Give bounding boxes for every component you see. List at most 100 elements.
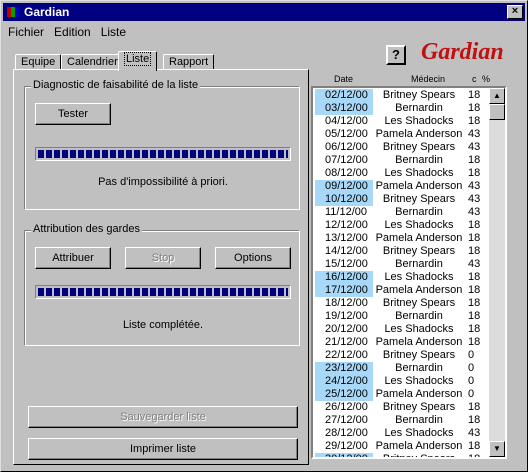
list-item-date: 23/12/00 bbox=[315, 362, 373, 375]
list-item-date: 03/12/00 bbox=[315, 102, 373, 115]
list-header-pct[interactable]: % bbox=[482, 74, 490, 84]
list-item[interactable]: 17/12/00 Pamela Anderson 18 bbox=[313, 284, 491, 297]
list-item-date: 25/12/00 bbox=[315, 388, 373, 401]
list-item-count: 0 bbox=[468, 362, 475, 374]
list-item[interactable]: 12/12/00 Les Shadocks 18 bbox=[313, 219, 491, 232]
menu-fichier[interactable]: Fichier bbox=[3, 25, 49, 39]
list-item[interactable]: 27/12/00 Bernardin 18 bbox=[313, 414, 491, 427]
list-item-date: 02/12/00 bbox=[315, 89, 373, 102]
app-logo: Gardian bbox=[421, 39, 504, 65]
list-item[interactable]: 25/12/00 Pamela Anderson 0 bbox=[313, 388, 491, 401]
list-item-date: 10/12/00 bbox=[315, 193, 373, 206]
list-item-count: 18 bbox=[468, 167, 481, 179]
list-item-doctor: Bernardin bbox=[395, 102, 443, 114]
list-item-doctor: Britney Spears bbox=[382, 349, 456, 361]
duty-list[interactable]: 02/12/00 Britney Spears 18 03/12/00 Bernardi… bbox=[311, 86, 507, 459]
list-item-doctor: Britney Spears bbox=[382, 453, 456, 459]
print-list-button[interactable]: Imprimer liste bbox=[28, 438, 298, 460]
list-item-count: 18 bbox=[468, 284, 481, 296]
save-list-button[interactable]: Sauvegarder liste bbox=[28, 406, 298, 428]
list-item-doctor: Britney Spears bbox=[382, 245, 456, 257]
list-item-date: 19/12/00 bbox=[325, 310, 368, 322]
assign-button[interactable]: Attribuer bbox=[35, 247, 111, 269]
list-item[interactable]: 23/12/00 Bernardin 0 bbox=[313, 362, 491, 375]
list-item-doctor: Pamela Anderson bbox=[375, 232, 463, 244]
attribution-legend: Attribution des gardes bbox=[31, 223, 143, 235]
list-header-c[interactable]: c bbox=[472, 74, 477, 84]
tab-liste[interactable]: Liste bbox=[118, 51, 158, 71]
list-item[interactable]: 14/12/00 Britney Spears 18 bbox=[313, 245, 491, 258]
list-item-doctor: Bernardin bbox=[395, 206, 443, 218]
list-item-doctor: Les Shadocks bbox=[384, 427, 454, 439]
list-item-date: 13/12/00 bbox=[325, 232, 368, 244]
list-item[interactable]: 03/12/00 Bernardin 18 bbox=[313, 102, 491, 115]
list-item-count: 18 bbox=[468, 440, 481, 452]
scroll-down-icon[interactable]: ▼ bbox=[489, 441, 505, 457]
list-item-date: 15/12/00 bbox=[325, 258, 368, 270]
list-item[interactable]: 21/12/00 Pamela Anderson 18 bbox=[313, 336, 491, 349]
list-item-date: 17/12/00 bbox=[315, 284, 373, 297]
list-item-date: 08/12/00 bbox=[325, 167, 368, 179]
list-item[interactable]: 24/12/00 Les Shadocks 0 bbox=[313, 375, 491, 388]
list-item[interactable]: 05/12/00 Pamela Anderson 43 bbox=[313, 128, 491, 141]
close-icon[interactable]: × bbox=[507, 5, 523, 19]
tab-liste-label: Liste bbox=[124, 52, 152, 66]
list-item-date: 27/12/00 bbox=[325, 414, 368, 426]
list-item-date: 16/12/00 bbox=[315, 271, 373, 284]
list-item-date: 12/12/00 bbox=[325, 219, 368, 231]
list-item-count: 43 bbox=[468, 141, 481, 153]
list-item[interactable]: 06/12/00 Britney Spears 43 bbox=[313, 141, 491, 154]
list-item-count: 18 bbox=[468, 154, 481, 166]
list-item-date: 21/12/00 bbox=[325, 336, 368, 348]
list-item-date: 14/12/00 bbox=[325, 245, 368, 257]
list-item-doctor: Bernardin bbox=[395, 362, 443, 374]
title-bar[interactable]: Gardian × bbox=[3, 3, 525, 21]
list-item[interactable]: 20/12/00 Les Shadocks 18 bbox=[313, 323, 491, 336]
list-item[interactable]: 10/12/00 Britney Spears 43 bbox=[313, 193, 491, 206]
options-button[interactable]: Options bbox=[215, 247, 291, 269]
diagnostic-progress-fill bbox=[38, 150, 288, 158]
list-item[interactable]: 18/12/00 Britney Spears 18 bbox=[313, 297, 491, 310]
test-button[interactable]: Tester bbox=[35, 103, 111, 125]
list-item[interactable]: 13/12/00 Pamela Anderson 18 bbox=[313, 232, 491, 245]
list-item-date: 29/12/00 bbox=[325, 440, 368, 452]
stop-button[interactable]: Stop bbox=[125, 247, 201, 269]
list-item[interactable]: 09/12/00 Pamela Anderson 43 bbox=[313, 180, 491, 193]
list-item-doctor: Pamela Anderson bbox=[375, 388, 463, 400]
help-button[interactable]: ? bbox=[386, 45, 406, 65]
list-header-date[interactable]: Date bbox=[334, 74, 353, 84]
list-item-doctor: Les Shadocks bbox=[384, 323, 454, 335]
list-item[interactable]: 11/12/00 Bernardin 43 bbox=[313, 206, 491, 219]
list-item[interactable]: 15/12/00 Bernardin 43 bbox=[313, 258, 491, 271]
scroll-thumb[interactable] bbox=[489, 104, 505, 120]
list-item[interactable]: 22/12/00 Britney Spears 0 bbox=[313, 349, 491, 362]
list-item[interactable]: 28/12/00 Les Shadocks 43 bbox=[313, 427, 491, 440]
list-item-count: 18 bbox=[468, 414, 481, 426]
list-item[interactable]: 02/12/00 Britney Spears 18 bbox=[313, 89, 491, 102]
list-item-doctor: Bernardin bbox=[395, 310, 443, 322]
list-item[interactable]: 04/12/00 Les Shadocks 18 bbox=[313, 115, 491, 128]
list-item[interactable]: 08/12/00 Les Shadocks 18 bbox=[313, 167, 491, 180]
list-item-date: 05/12/00 bbox=[325, 128, 368, 140]
list-item-doctor: Pamela Anderson bbox=[375, 336, 463, 348]
list-item[interactable]: 30/12/00 Britney Spears 18 bbox=[313, 453, 491, 459]
list-item-doctor: Britney Spears bbox=[382, 401, 456, 413]
list-item[interactable]: 07/12/00 Bernardin 18 bbox=[313, 154, 491, 167]
list-item-doctor: Les Shadocks bbox=[384, 219, 454, 231]
list-item[interactable]: 16/12/00 Les Shadocks 18 bbox=[313, 271, 491, 284]
scroll-up-icon[interactable]: ▲ bbox=[489, 88, 505, 104]
list-item-count: 18 bbox=[468, 336, 481, 348]
list-item-count: 43 bbox=[468, 427, 481, 439]
list-item[interactable]: 29/12/00 Pamela Anderson 18 bbox=[313, 440, 491, 453]
list-item[interactable]: 26/12/00 Britney Spears 18 bbox=[313, 401, 491, 414]
list-item-count: 18 bbox=[468, 232, 481, 244]
list-item-count: 43 bbox=[468, 180, 481, 192]
list-header-doctor[interactable]: Médecin bbox=[411, 74, 445, 84]
list-item-count: 18 bbox=[468, 115, 481, 127]
menu-edition[interactable]: Edition bbox=[49, 25, 96, 39]
list-scrollbar[interactable]: ▲ ▼ bbox=[489, 88, 505, 457]
menu-liste[interactable]: Liste bbox=[96, 25, 131, 39]
list-item-date: 28/12/00 bbox=[325, 427, 368, 439]
list-item[interactable]: 19/12/00 Bernardin 18 bbox=[313, 310, 491, 323]
list-item-count: 0 bbox=[468, 375, 475, 387]
